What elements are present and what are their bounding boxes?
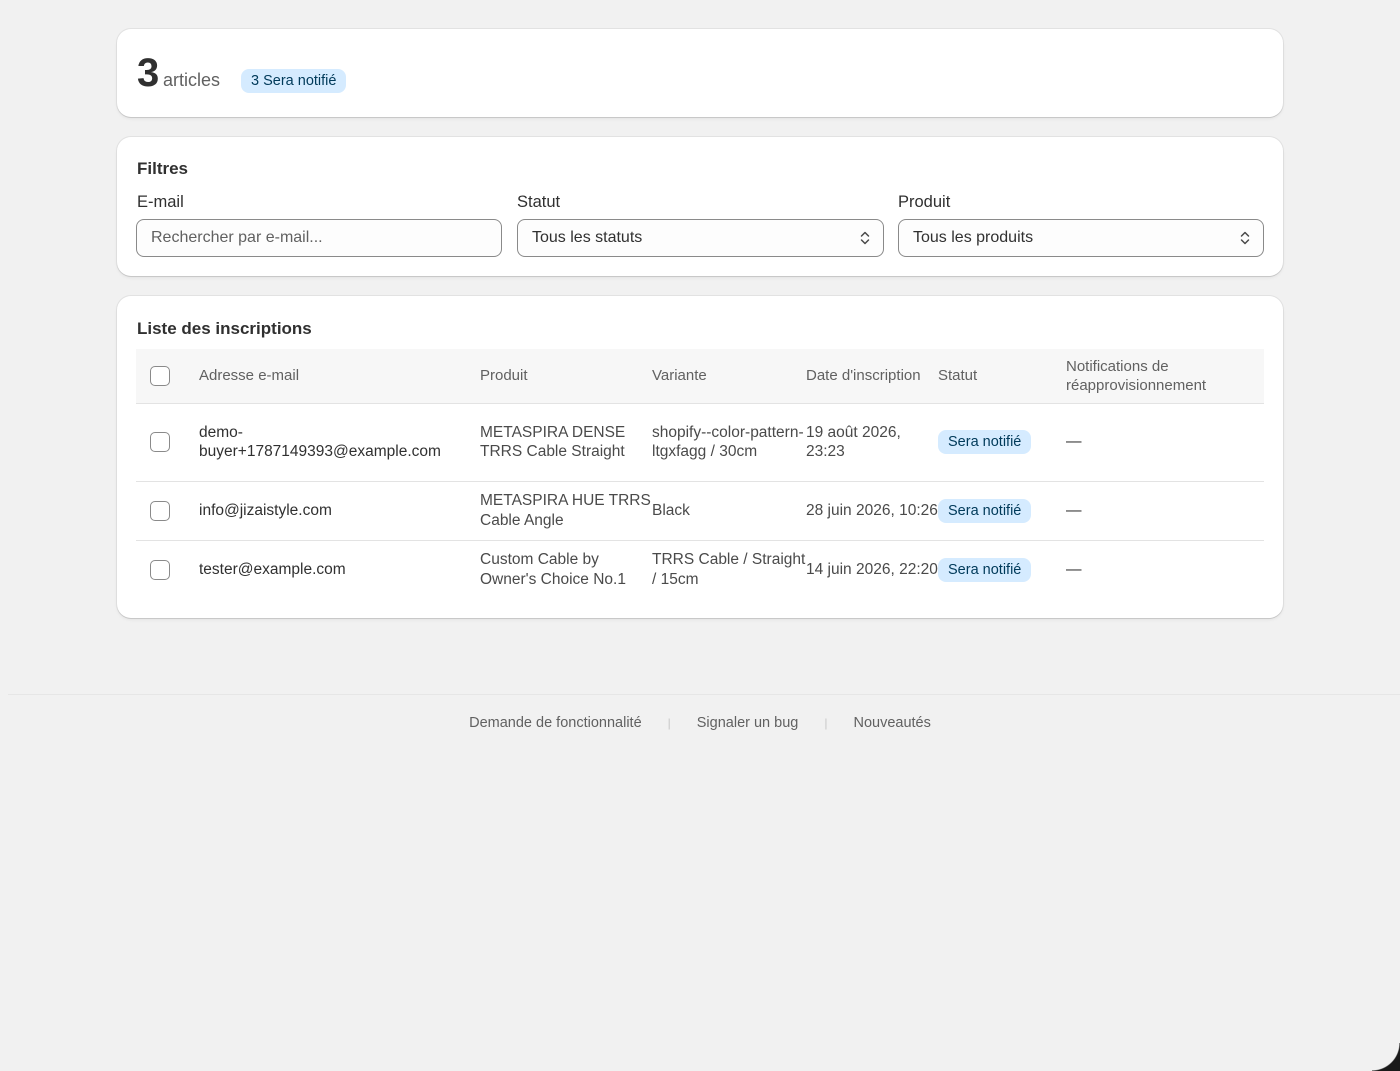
item-count: 3 (137, 51, 159, 95)
row-date: 19 août 2026, 23:23 (806, 423, 901, 461)
filters-card: Filtres E-mail Statut Tous les statuts P… (117, 137, 1283, 276)
header-status[interactable]: Statut (938, 349, 1066, 403)
product-filter-label: Produit (898, 193, 951, 211)
row-email: demo-buyer+1787149393@example.com (199, 423, 441, 461)
header-variant[interactable]: Variante (652, 349, 806, 403)
row-product: METASPIRA DENSE TRRS Cable Straight (480, 423, 626, 461)
feature-request-link[interactable]: Demande de fonctionnalité (469, 715, 642, 731)
status-badge: Sera notifié (938, 498, 1032, 523)
row-variant: TRRS Cable / Straight / 15cm (652, 551, 806, 588)
row-notifications: — (1066, 561, 1082, 578)
product-select-value: Tous les produits (913, 229, 1034, 246)
row-email: info@jizaistyle.com (199, 501, 332, 519)
row-email: tester@example.com (199, 561, 346, 578)
row-date: 28 juin 2026, 10:26 (806, 501, 938, 519)
row-date: 14 juin 2026, 22:20 (806, 561, 938, 578)
report-bug-link[interactable]: Signaler un bug (697, 715, 799, 731)
row-checkbox[interactable] (150, 500, 170, 521)
status-badge: Sera notifié (938, 557, 1032, 582)
row-product: METASPIRA HUE TRRS Cable Angle (480, 492, 651, 529)
table-row[interactable]: info@jizaistyle.com METASPIRA HUE TRRS C… (136, 481, 1264, 540)
select-chevron-icon (860, 231, 870, 245)
select-all-checkbox[interactable] (150, 365, 170, 386)
status-filter-label: Statut (517, 193, 561, 211)
subscriptions-table: Adresse e-mail Produit Variante Date d'i… (136, 349, 1264, 599)
row-variant: shopify--color-pattern-ltgxfagg / 30cm (652, 423, 804, 461)
header-email[interactable]: Adresse e-mail (199, 349, 480, 403)
table-row[interactable]: demo-buyer+1787149393@example.com METASP… (136, 403, 1264, 481)
item-count-unit: articles (163, 70, 221, 90)
table-header-row: Adresse e-mail Produit Variante Date d'i… (136, 349, 1264, 403)
row-variant: Black (652, 501, 690, 519)
list-title: Liste des inscriptions (137, 319, 312, 338)
summary-status-badge: 3 Sera notifié (241, 69, 347, 93)
row-product: Custom Cable by Owner's Choice No.1 (480, 551, 626, 588)
row-notifications: — (1066, 433, 1082, 451)
row-notifications: — (1066, 501, 1082, 519)
footer-separator: | (667, 716, 671, 730)
footer-divider (8, 694, 1400, 695)
select-chevron-icon (1240, 231, 1250, 245)
header-product[interactable]: Produit (480, 349, 652, 403)
summary-card: 3 articles 3 Sera notifié (117, 29, 1283, 117)
footer-separator: | (824, 716, 828, 730)
footer: Demande de fonctionnalité | Signaler un bu… (0, 715, 1400, 731)
email-filter-label: E-mail (137, 193, 184, 211)
product-select[interactable]: Tous les produits (898, 219, 1264, 257)
row-checkbox[interactable] (150, 559, 170, 580)
subscriptions-list-card: Liste des inscriptions Adresse e-mail Pr… (117, 296, 1283, 618)
filters-title: Filtres (137, 159, 189, 178)
row-checkbox[interactable] (150, 432, 170, 452)
whats-new-link[interactable]: Nouveautés (853, 715, 930, 731)
window-corner (1372, 1043, 1400, 1071)
status-select[interactable]: Tous les statuts (517, 219, 884, 257)
header-date[interactable]: Date d'inscription (806, 349, 938, 403)
status-badge: Sera notifié (938, 430, 1032, 454)
status-select-value: Tous les statuts (532, 229, 643, 246)
header-notifications[interactable]: Notifications de réapprovisionnement (1066, 349, 1264, 403)
table-row[interactable]: tester@example.com Custom Cable by Owner… (136, 540, 1264, 599)
email-search-input[interactable] (136, 219, 502, 257)
